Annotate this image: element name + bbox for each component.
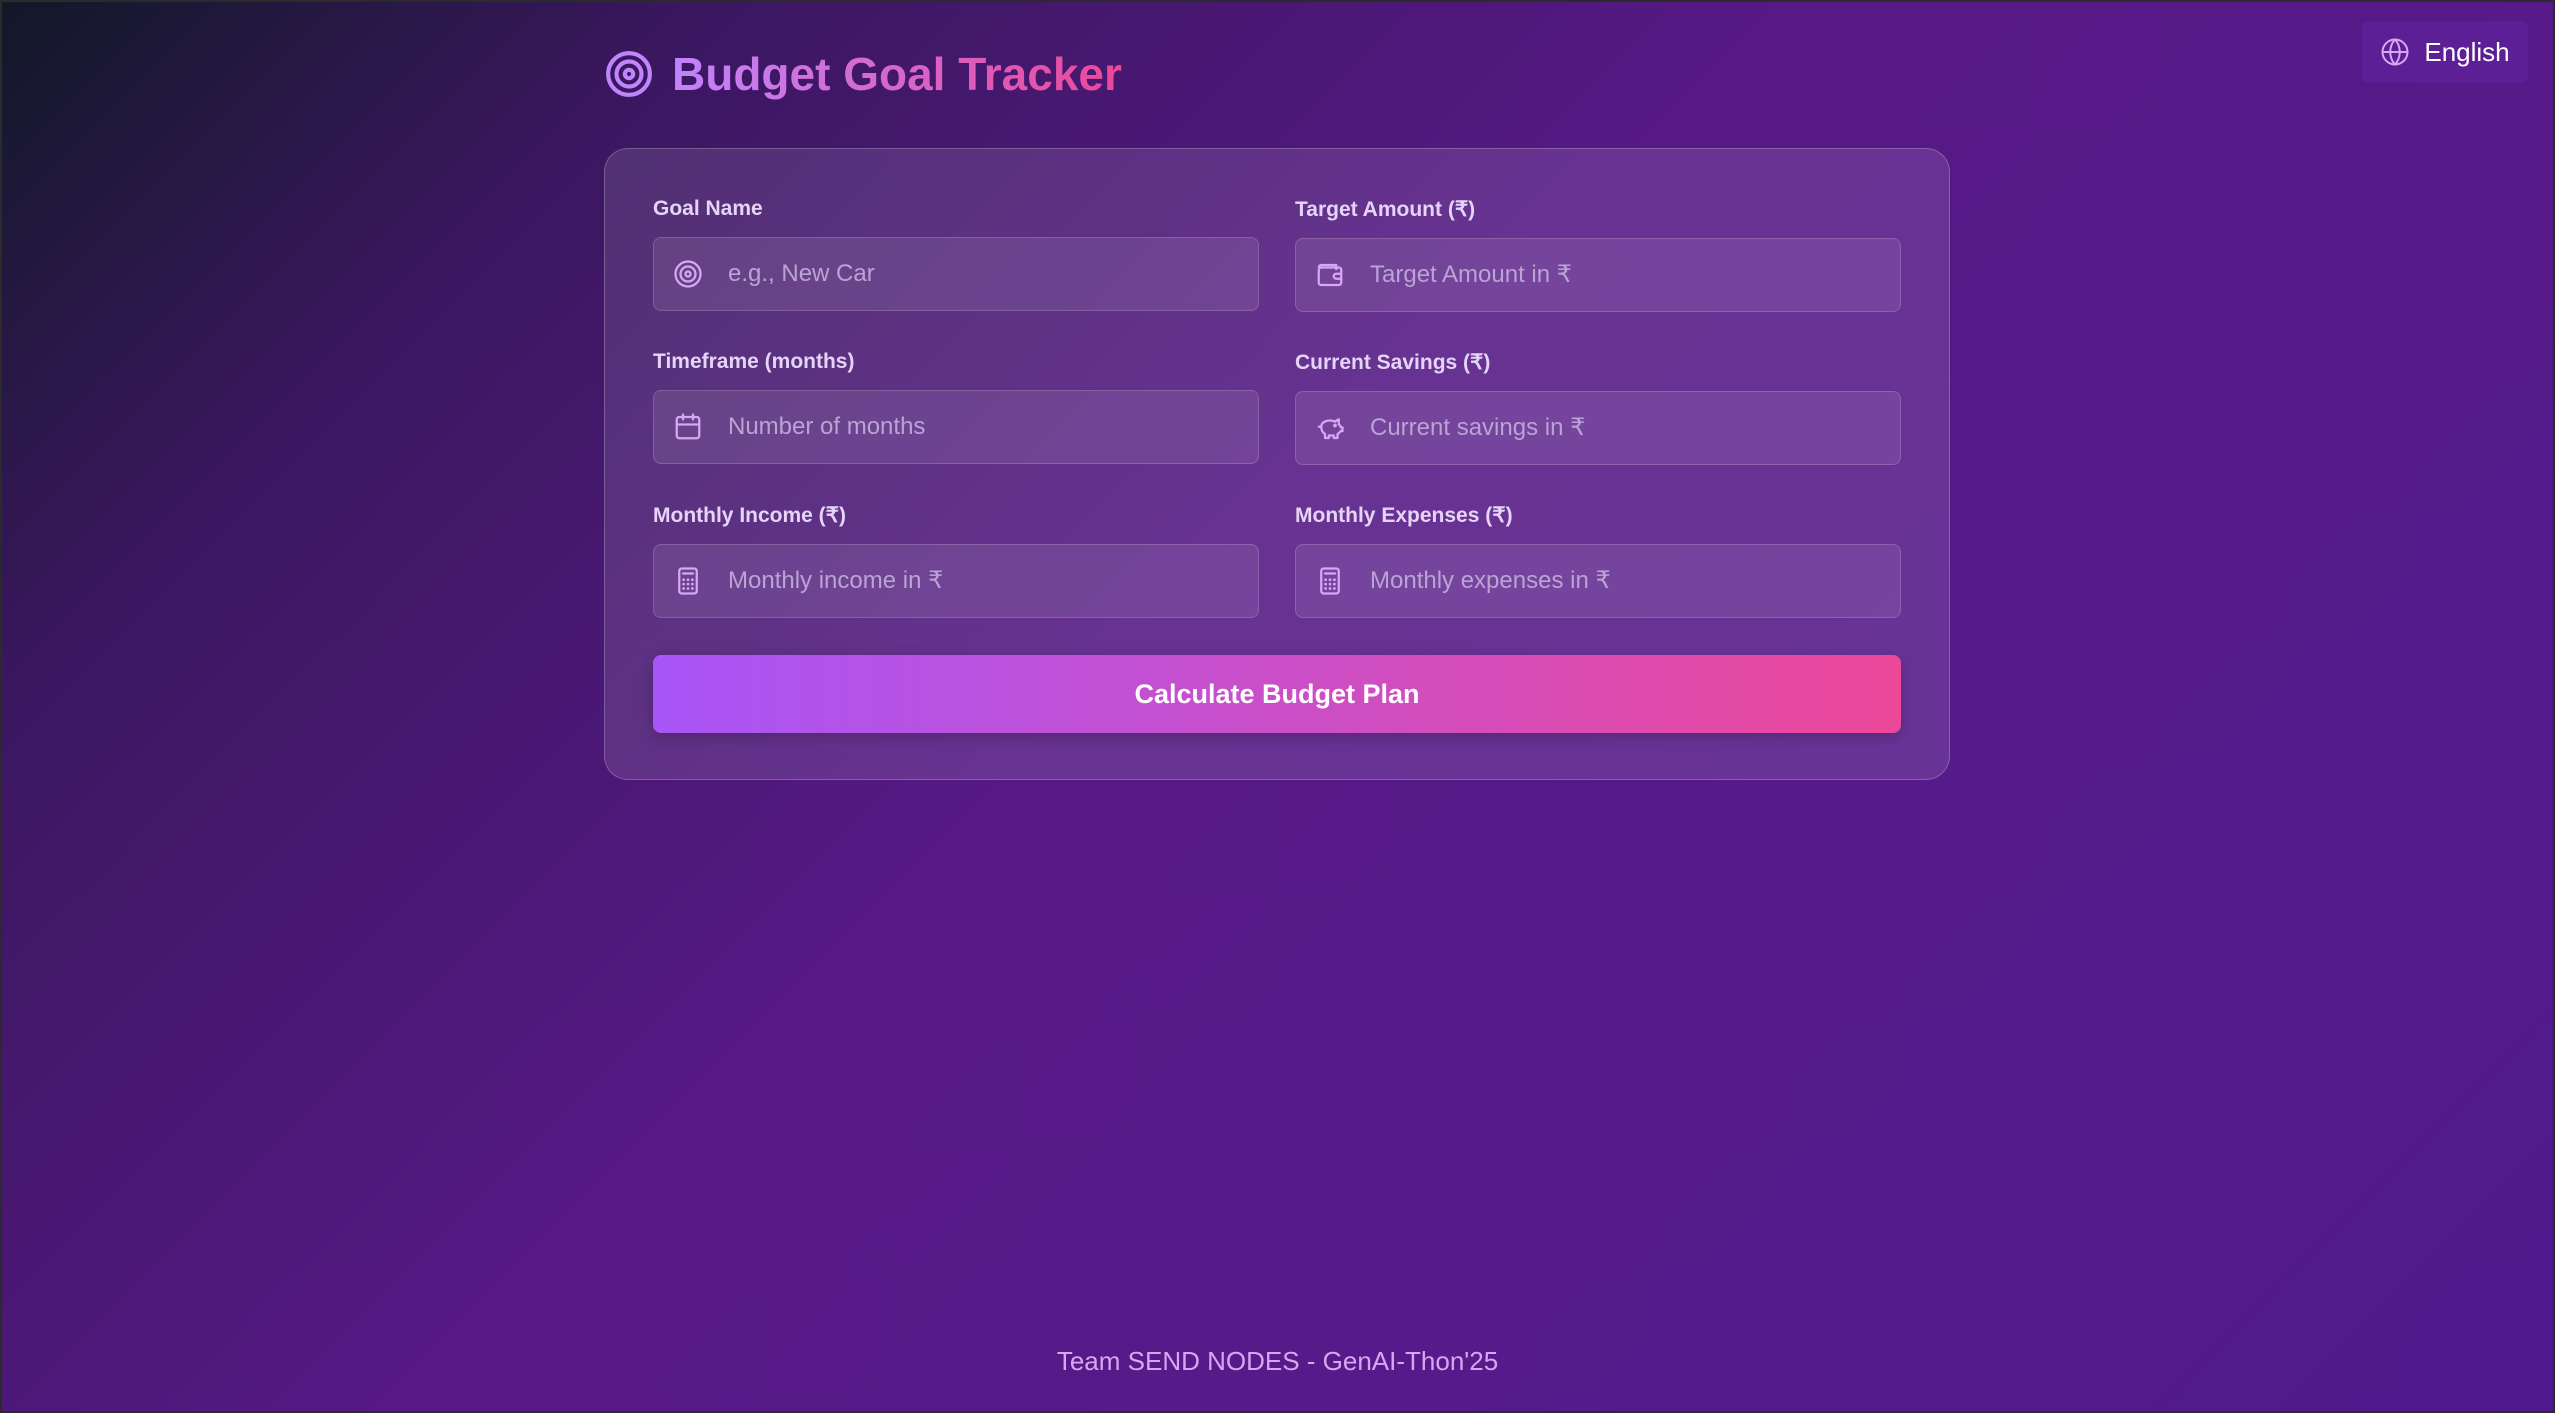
calculator-icon	[672, 565, 704, 597]
target-amount-input[interactable]	[1368, 239, 1884, 311]
timeframe-label: Timeframe (months)	[653, 350, 855, 373]
target-amount-input-wrap	[1295, 238, 1901, 312]
form-grid: Goal Name Target Amount (₹)	[653, 197, 1901, 618]
current-savings-input[interactable]	[1368, 392, 1884, 464]
calculator-icon	[1314, 565, 1346, 597]
monthly-expenses-field: Monthly Expenses (₹)	[1295, 503, 1901, 618]
goal-name-label: Goal Name	[653, 197, 763, 220]
monthly-expenses-input[interactable]	[1368, 545, 1884, 617]
calculate-budget-plan-button[interactable]: Calculate Budget Plan	[653, 655, 1901, 733]
target-amount-field: Target Amount (₹)	[1295, 197, 1901, 312]
timeframe-input[interactable]	[726, 391, 1242, 463]
timeframe-input-wrap	[653, 390, 1259, 464]
page-header: Budget Goal Tracker	[604, 44, 1122, 104]
goal-name-input-wrap	[653, 237, 1259, 311]
current-savings-label: Current Savings (₹)	[1295, 351, 1491, 374]
current-savings-field: Current Savings (₹)	[1295, 350, 1901, 465]
calendar-icon	[672, 411, 704, 443]
goal-name-input[interactable]	[726, 238, 1242, 310]
monthly-income-label: Monthly Income (₹)	[653, 504, 847, 527]
monthly-income-field: Monthly Income (₹)	[653, 503, 1259, 618]
footer-credit: Team SEND NODES - GenAI-Thon'25	[1056, 1346, 1499, 1376]
monthly-expenses-input-wrap	[1295, 544, 1901, 618]
monthly-expenses-label: Monthly Expenses (₹)	[1295, 504, 1513, 527]
globe-icon	[2381, 38, 2409, 66]
piggy-bank-icon	[1314, 412, 1346, 444]
wallet-icon	[1314, 259, 1346, 291]
language-label: English	[2424, 36, 2510, 67]
target-icon	[606, 51, 652, 97]
page-title: Budget Goal Tracker	[672, 44, 1122, 104]
goal-name-field: Goal Name	[653, 197, 1259, 312]
target-icon	[672, 258, 704, 290]
goal-form-card: Goal Name Target Amount (₹)	[604, 148, 1950, 780]
language-button[interactable]: English	[2362, 21, 2528, 83]
monthly-income-input[interactable]	[726, 545, 1242, 617]
timeframe-field: Timeframe (months)	[653, 350, 1259, 465]
current-savings-input-wrap	[1295, 391, 1901, 465]
target-amount-label: Target Amount (₹)	[1295, 198, 1476, 221]
monthly-income-input-wrap	[653, 544, 1259, 618]
